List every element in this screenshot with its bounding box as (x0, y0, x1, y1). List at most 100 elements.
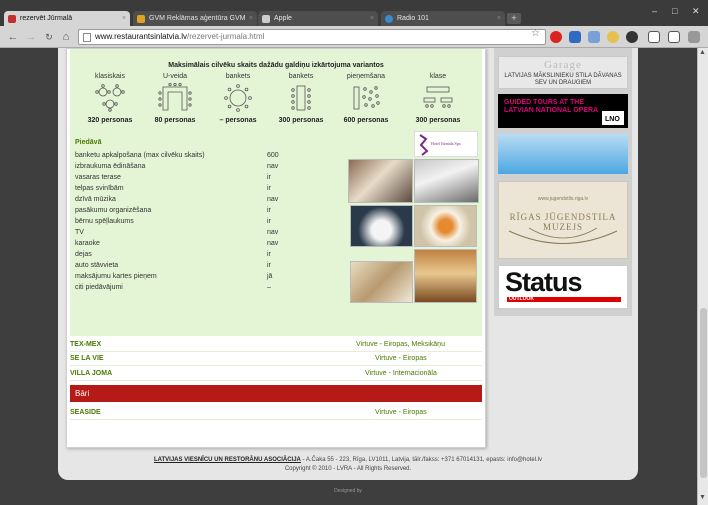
maximize-icon[interactable]: □ (672, 6, 677, 16)
offer-value: jā (267, 273, 273, 280)
restaurant-name[interactable]: SE LA VIE (70, 352, 104, 366)
offer-label: izbraukuma ēdināšana (75, 163, 146, 170)
restaurant-details-panel: Maksimālais cilvēku skaits dažādu galdiņ… (70, 49, 482, 336)
window-close-icon[interactable]: ✕ (692, 6, 700, 17)
address-bar[interactable]: www.restaurantsinlatvia.lv/rezervet-jurm… (78, 29, 546, 45)
interior-photo[interactable] (414, 249, 477, 303)
food-photo[interactable] (350, 205, 413, 247)
bars-section-header: Bāri (70, 385, 482, 402)
offer-row: citi piedāvājumi – (75, 282, 345, 293)
translate-icon[interactable] (569, 31, 581, 43)
tab-title: GVM Reklāmas aģentūra GVM (149, 15, 246, 22)
restaurant-row[interactable]: VILLA JOMA Virtuve - Internacionāla (70, 367, 482, 381)
tab-apple[interactable]: Apple × (258, 11, 378, 26)
close-tab-icon[interactable]: × (249, 11, 253, 26)
new-tab-button[interactable]: + (507, 13, 521, 24)
restaurant-kitchen: Virtuve - Eiropas, Meksikāņu (356, 341, 445, 348)
bar-name[interactable]: SEASIDE (70, 406, 101, 420)
footer-org-link[interactable]: LATVIJAS VIESNĪCU UN RESTORĀNU ASOCIĀCIJ… (154, 457, 301, 463)
offer-row: TV nav (75, 227, 345, 238)
bar-kitchen: Virtuve - Eiropas (375, 409, 427, 416)
wrench-icon[interactable] (688, 31, 700, 43)
offer-label: vasaras terase (75, 174, 121, 181)
reload-icon[interactable]: ↻ (42, 30, 56, 44)
garage-banner[interactable]: Garage LATVIJAS MĀKSLINIEKU STILA DĀVANA… (498, 56, 628, 89)
seating-label: bankets (225, 73, 251, 80)
offer-label: citi piedāvājumi (75, 284, 123, 291)
seating-banquet-long: bankets 300 personas (271, 73, 331, 124)
restaurant-name[interactable]: VILLA JOMA (70, 367, 112, 381)
offer-value: nav (267, 196, 279, 203)
restaurant-photo[interactable] (348, 159, 413, 203)
scroll-up-icon[interactable]: ▲ (699, 49, 706, 56)
forward-icon[interactable]: → (24, 30, 38, 44)
close-tab-icon[interactable]: × (122, 11, 126, 26)
seating-count: 600 personas (343, 117, 389, 124)
jugend-url: www.jugendstils.riga.lv (537, 196, 589, 202)
long-banquet-icon (291, 85, 311, 111)
tab-gvm[interactable]: GVM Reklāmas aģentūra GVM × (133, 11, 257, 26)
tab-title: Apple (274, 15, 292, 22)
seating-label: U-veida (162, 73, 188, 80)
dining-photo[interactable] (350, 261, 413, 303)
offer-label: pasākumu organizēšana (75, 207, 152, 214)
offer-label: dzīvā mūzika (75, 196, 116, 203)
home-icon[interactable]: ⌂ (59, 30, 73, 44)
offer-label: auto stāvvieta (75, 262, 119, 269)
opera-banner[interactable]: GUIDED TOURS AT THE LATVIAN NATIONAL OPER… (498, 94, 628, 128)
seating-classic: klasiskais 320 personas (80, 73, 140, 124)
tab-title: rezervēt Jūrmalā (20, 15, 73, 22)
bar-row[interactable]: SEASIDE Virtuve - Eiropas (70, 406, 482, 420)
offer-row: izbraukuma ēdināšana nav (75, 161, 345, 172)
tab-rezervet-jurmala[interactable]: rezervēt Jūrmalā × (4, 11, 130, 26)
page-menu-icon[interactable] (648, 31, 660, 43)
close-tab-icon[interactable]: × (370, 11, 374, 26)
url-host: www.restaurantsinlatvia.lv (95, 32, 188, 41)
scroll-down-icon[interactable]: ▼ (699, 494, 706, 501)
round-tables-icon (95, 84, 125, 112)
radio-favicon-icon (385, 15, 393, 23)
restaurant-row[interactable]: TEX-MEX Virtuve - Eiropas, Meksikāņu (70, 338, 482, 352)
minimize-icon[interactable]: – (652, 6, 657, 16)
vertical-scrollbar[interactable]: ▲ ▼ (697, 48, 708, 505)
tools-menu-icon[interactable] (668, 31, 680, 43)
art-nouveau-museum-banner[interactable]: www.jugendstils.riga.lv RĪGAS JŪGENDSTIL… (498, 181, 628, 259)
hotel-logo[interactable]: Hotel Jūrmala Spa (414, 131, 478, 157)
offer-value: ir (267, 207, 271, 214)
offer-row: auto stāvvieta ir (75, 260, 345, 271)
offer-row: pasākumu organizēšana ir (75, 205, 345, 216)
reception-icon (353, 86, 380, 110)
offer-value: ir (267, 185, 271, 192)
offer-row: maksājumu kartes pieņem jā (75, 271, 345, 282)
offer-label: telpas svinībām (75, 185, 124, 192)
site-favicon-icon (137, 15, 145, 23)
page-viewport: Maksimālais cilvēku skaits dažādu galdiņ… (0, 48, 697, 505)
offer-value: ir (267, 251, 271, 258)
svg-text:LNO: LNO (605, 116, 620, 123)
status-banner[interactable]: Status OUTLOOK (498, 265, 628, 309)
bookmark-star-icon[interactable]: ☆ (531, 28, 540, 39)
tab-radio-101[interactable]: Radio 101 × (381, 11, 505, 26)
back-icon[interactable]: ← (6, 30, 20, 44)
offers-title: Piedāvā (75, 139, 102, 146)
scroll-thumb[interactable] (700, 308, 707, 478)
restaurant-name[interactable]: TEX-MEX (70, 338, 101, 352)
restaurant-photo[interactable] (414, 159, 479, 203)
stats-icon[interactable] (626, 31, 638, 43)
food-photo[interactable] (414, 205, 477, 247)
blue-banner[interactable] (498, 134, 628, 174)
round-banquet-icon (224, 84, 252, 112)
offer-row: telpas svinībām ir (75, 183, 345, 194)
offer-row: dzīvā mūzika nav (75, 194, 345, 205)
extension-icon[interactable] (588, 31, 600, 43)
site-footer: LATVIJAS VIESNĪCU UN RESTORĀNU ASOCIĀCIJ… (58, 456, 638, 474)
restaurant-row[interactable]: SE LA VIE Virtuve - Eiropas (70, 352, 482, 366)
seating-reception: pieņemšana 600 personas (336, 73, 396, 124)
emoticon-icon[interactable] (607, 31, 619, 43)
seating-label: bankets (288, 73, 314, 80)
adblock-icon[interactable] (550, 31, 562, 43)
seating-label: klasiskais (95, 73, 125, 80)
offer-label: maksājumu kartes pieņem (75, 273, 157, 280)
seating-count: 300 personas (415, 117, 461, 124)
close-tab-icon[interactable]: × (497, 11, 501, 26)
